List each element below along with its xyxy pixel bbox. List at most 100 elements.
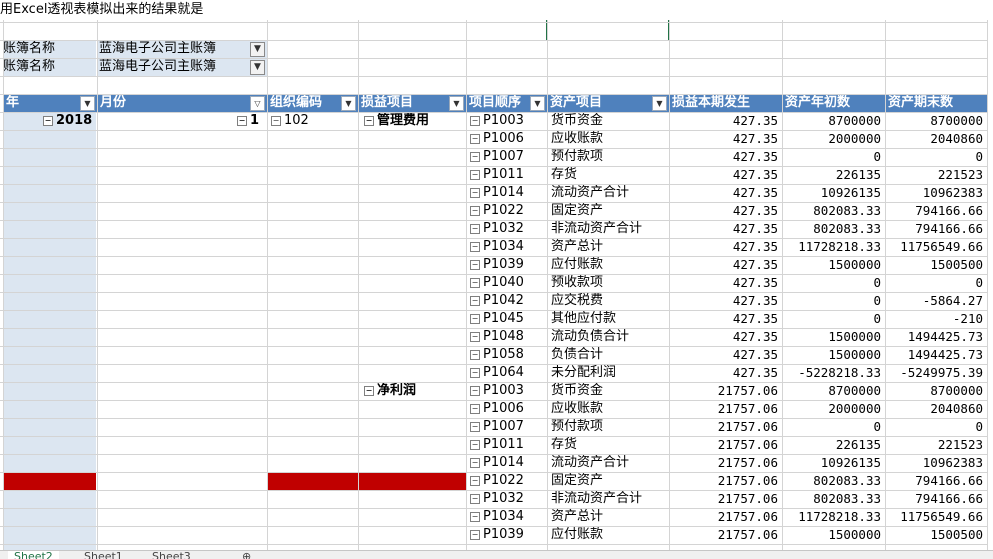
collapse-icon[interactable]: − [470,331,480,342]
asset-item-cell[interactable]: 应付账款 [547,526,669,544]
pl-current-cell[interactable]: 21757.06 [669,526,782,544]
dropdown-arrow-icon[interactable]: ▼ [530,96,545,111]
pl-current-cell[interactable]: 21757.06 [669,490,782,508]
filter-icon[interactable]: ▼ [250,60,265,75]
asset-opening-cell[interactable]: 10926135 [782,454,885,472]
header-pl-item[interactable]: 损益项目 ▼ [358,94,466,112]
item-order-cell[interactable]: − P1032 [466,490,547,508]
asset-opening-cell[interactable]: 0 [782,418,885,436]
item-order-cell[interactable]: − P1032 [466,220,547,238]
header-asset-item[interactable]: 资产项目 ▼ [547,94,669,112]
collapse-icon[interactable]: − [470,295,480,306]
collapse-icon[interactable]: − [470,115,480,126]
collapse-icon[interactable]: − [470,169,480,180]
asset-item-cell[interactable]: 货币资金 [547,382,669,400]
org-code-label[interactable]: −102 [267,112,358,130]
item-order-cell[interactable]: − P1034 [466,508,547,526]
asset-closing-cell[interactable]: -5249975.39 [885,364,987,382]
item-order-cell[interactable]: − P1014 [466,454,547,472]
asset-opening-cell[interactable]: 802083.33 [782,220,885,238]
asset-closing-cell[interactable]: 2040860 [885,130,987,148]
asset-closing-cell[interactable]: -210 [885,310,987,328]
asset-item-cell[interactable]: 非流动资产合计 [547,220,669,238]
header-asset-closing[interactable]: 资产期末数 [885,94,987,112]
collapse-icon[interactable]: − [470,367,480,378]
asset-opening-cell[interactable]: 0 [782,292,885,310]
item-order-cell[interactable]: − P1003 [466,382,547,400]
asset-opening-cell[interactable]: -5228218.33 [782,364,885,382]
asset-closing-cell[interactable]: 1500500 [885,256,987,274]
asset-closing-cell[interactable]: 11756549.66 [885,238,987,256]
collapse-icon[interactable]: − [470,349,480,360]
item-order-cell[interactable]: − P1058 [466,346,547,364]
group-label[interactable]: − 净利润 [358,382,466,400]
pl-current-cell[interactable]: 427.35 [669,220,782,238]
pl-current-cell[interactable]: 427.35 [669,202,782,220]
asset-closing-cell[interactable]: 794166.66 [885,202,987,220]
header-month[interactable]: 月份 ▽ [97,94,267,112]
asset-closing-cell[interactable]: 794166.66 [885,490,987,508]
header-year[interactable]: 年 ▼ [3,94,97,112]
asset-opening-cell[interactable]: 0 [782,310,885,328]
asset-opening-cell[interactable]: 8700000 [782,382,885,400]
asset-item-cell[interactable]: 应收账款 [547,400,669,418]
collapse-icon[interactable]: − [470,493,480,504]
collapse-icon[interactable]: − [470,151,480,162]
pl-current-cell[interactable]: 427.35 [669,346,782,364]
asset-item-cell[interactable]: 固定资产 [547,202,669,220]
asset-closing-cell[interactable]: 10962383 [885,184,987,202]
asset-item-cell[interactable]: 货币资金 [547,112,669,130]
asset-closing-cell[interactable]: 221523 [885,436,987,454]
item-order-cell[interactable]: − P1048 [466,328,547,346]
item-order-cell[interactable]: − P1034 [466,238,547,256]
asset-closing-cell[interactable]: 2040860 [885,400,987,418]
asset-closing-cell[interactable]: 1494425.73 [885,346,987,364]
pl-current-cell[interactable]: 427.35 [669,238,782,256]
asset-item-cell[interactable]: 负债合计 [547,346,669,364]
collapse-icon[interactable]: − [364,385,374,396]
pl-current-cell[interactable]: 21757.06 [669,472,782,490]
header-pl-current[interactable]: 损益本期发生 [669,94,782,112]
asset-closing-cell[interactable]: 11756549.66 [885,508,987,526]
asset-item-cell[interactable]: 流动资产合计 [547,454,669,472]
pl-current-cell[interactable]: 21757.06 [669,508,782,526]
month-label[interactable]: −1 [97,112,267,130]
collapse-icon[interactable]: − [237,115,247,126]
asset-closing-cell[interactable]: 0 [885,274,987,292]
asset-opening-cell[interactable]: 11728218.33 [782,238,885,256]
asset-item-cell[interactable]: 流动负债合计 [547,328,669,346]
pl-current-cell[interactable]: 21757.06 [669,418,782,436]
pl-current-cell[interactable]: 427.35 [669,364,782,382]
collapse-icon[interactable]: − [470,403,480,414]
collapse-icon[interactable]: − [470,133,480,144]
asset-opening-cell[interactable]: 1500000 [782,526,885,544]
item-order-cell[interactable]: − P1011 [466,166,547,184]
collapse-icon[interactable]: − [470,223,480,234]
item-order-cell[interactable]: − P1003 [466,112,547,130]
collapse-icon[interactable]: − [470,457,480,468]
asset-closing-cell[interactable]: 10962383 [885,454,987,472]
item-order-cell[interactable]: − P1006 [466,130,547,148]
pl-current-cell[interactable]: 21757.06 [669,400,782,418]
item-order-cell[interactable]: − P1039 [466,256,547,274]
asset-item-cell[interactable]: 存货 [547,166,669,184]
filter-icon[interactable]: ▼ [250,42,265,57]
asset-closing-cell[interactable]: -5864.27 [885,292,987,310]
asset-opening-cell[interactable]: 1500000 [782,346,885,364]
pl-current-cell[interactable]: 21757.06 [669,382,782,400]
pl-current-cell[interactable]: 21757.06 [669,436,782,454]
pl-current-cell[interactable]: 427.35 [669,130,782,148]
pl-current-cell[interactable]: 427.35 [669,112,782,130]
asset-opening-cell[interactable]: 802083.33 [782,490,885,508]
asset-item-cell[interactable]: 存货 [547,436,669,454]
asset-opening-cell[interactable]: 1500000 [782,328,885,346]
collapse-icon[interactable]: − [470,313,480,324]
collapse-icon[interactable]: − [470,277,480,288]
collapse-icon[interactable]: − [470,439,480,450]
collapse-icon[interactable]: − [470,475,480,486]
dropdown-arrow-icon[interactable]: ▽ [250,96,265,111]
asset-opening-cell[interactable]: 802083.33 [782,472,885,490]
asset-opening-cell[interactable]: 226135 [782,166,885,184]
asset-closing-cell[interactable]: 8700000 [885,382,987,400]
header-org-code[interactable]: 组织编码 ▼ [267,94,358,112]
